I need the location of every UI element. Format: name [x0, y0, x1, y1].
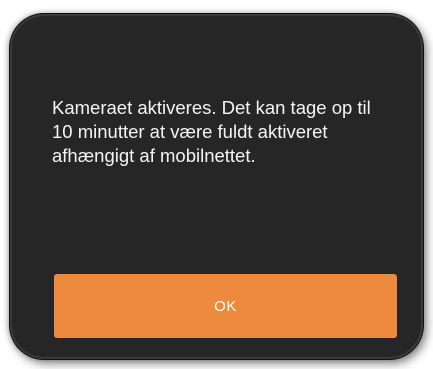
dialog-message: Kameraet aktiveres. Det kan tage op til …	[52, 97, 371, 166]
ok-button[interactable]: OK	[54, 274, 397, 338]
screen: Kameraet aktiveres. Det kan tage op til …	[0, 0, 433, 369]
alert-dialog: Kameraet aktiveres. Det kan tage op til …	[10, 14, 423, 359]
